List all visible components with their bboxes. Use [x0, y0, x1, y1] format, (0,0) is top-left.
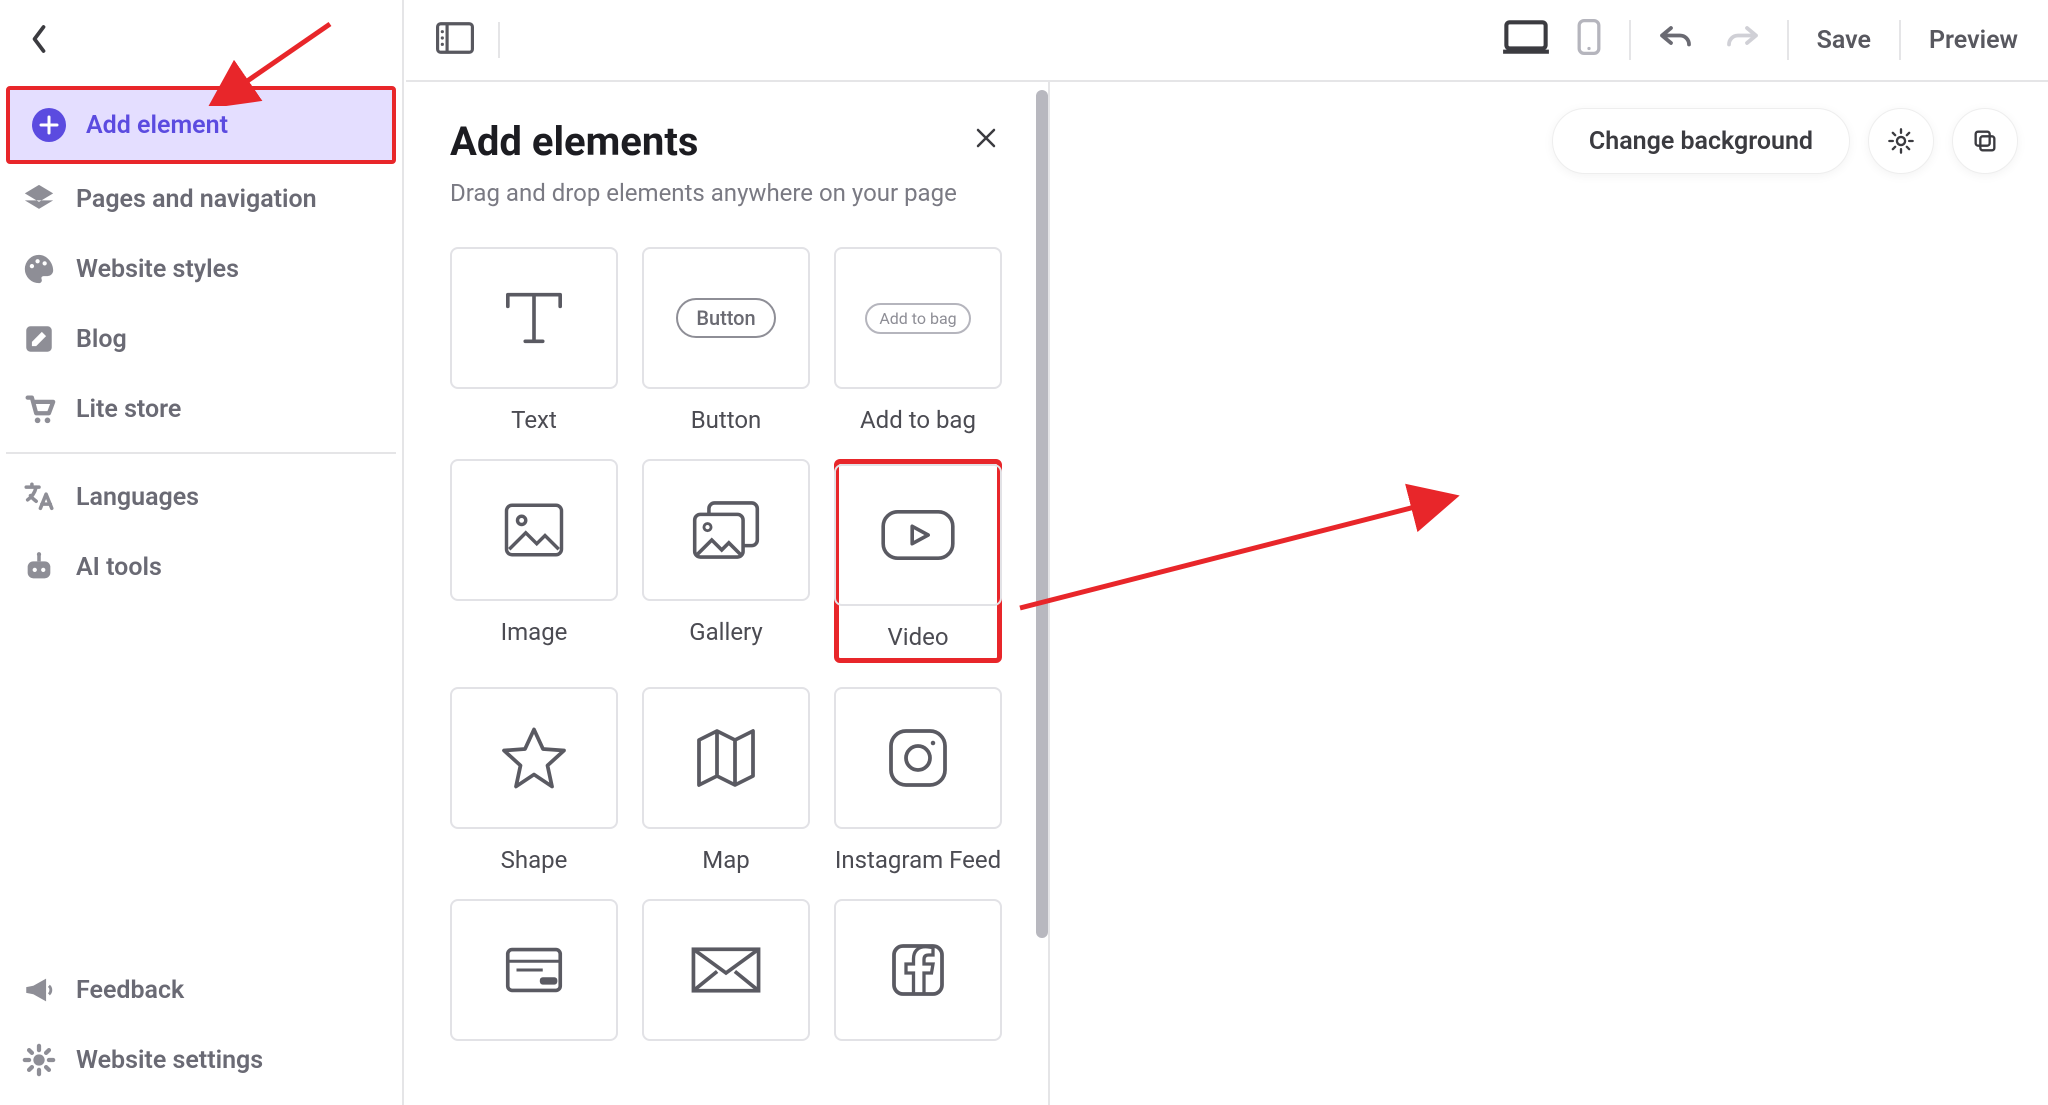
sidebar-item-pages[interactable]: Pages and navigation [0, 164, 402, 234]
video-icon [877, 506, 959, 564]
tile-label: Instagram Feed [835, 845, 1001, 875]
robot-icon [22, 550, 56, 584]
sidebar-item-label: Languages [76, 483, 199, 512]
sidebar-item-add-element[interactable]: Add element [6, 86, 396, 164]
chevron-left-icon [28, 24, 50, 54]
canvas-floating-controls: Change background [1552, 108, 2018, 174]
canvas[interactable] [1050, 82, 2048, 1105]
sidebar-bottom: Feedback Website settings [0, 955, 402, 1095]
tile-label: Button [691, 405, 762, 435]
sidebar-item-label: Blog [76, 325, 127, 354]
top-divider [1787, 20, 1789, 60]
tile-label: Map [702, 845, 749, 875]
element-text[interactable]: Text [450, 247, 618, 435]
element-button[interactable]: Button Button [642, 247, 810, 435]
sidebar-item-label: Website styles [76, 255, 239, 284]
panel-subtitle: Drag and drop elements anywhere on your … [450, 179, 1004, 207]
copy-icon [1971, 127, 1999, 155]
star-icon [498, 723, 570, 793]
tile-label: Add to bag [860, 405, 976, 435]
element-instagram-feed[interactable]: Instagram Feed [834, 687, 1002, 875]
add-elements-panel: Add elements Drag and drop elements anyw… [406, 82, 1050, 1105]
edit-square-icon [22, 322, 56, 356]
element-add-to-bag[interactable]: Add to bag Add to bag [834, 247, 1002, 435]
sidebar-item-languages[interactable]: Languages [0, 462, 402, 532]
cart-icon [22, 392, 56, 426]
section-settings-button[interactable] [1868, 108, 1934, 174]
top-divider [1899, 20, 1901, 60]
section-layout-icon[interactable] [436, 22, 474, 58]
sidebar-item-ai-tools[interactable]: AI tools [0, 532, 402, 602]
sidebar-item-label: Pages and navigation [76, 185, 317, 214]
add-to-bag-sample: Add to bag [865, 303, 970, 334]
mobile-view-icon[interactable] [1577, 19, 1601, 62]
change-background-button[interactable]: Change background [1552, 108, 1850, 174]
topbar: Save Preview [406, 0, 2048, 82]
gear-icon [22, 1043, 56, 1077]
sidebar-item-blog[interactable]: Blog [0, 304, 402, 374]
tile-label: Shape [501, 845, 568, 875]
preview-button[interactable]: Preview [1929, 26, 2018, 55]
top-right: Save Preview [1503, 19, 2018, 62]
sidebar-item-styles[interactable]: Website styles [0, 234, 402, 304]
gallery-icon [689, 497, 763, 563]
element-map[interactable]: Map [642, 687, 810, 875]
close-icon [974, 126, 998, 150]
plus-circle-icon [32, 108, 66, 142]
image-icon [501, 499, 567, 561]
sidebar: Add element Pages and navigation Website… [0, 0, 404, 1105]
element-gallery[interactable]: Gallery [642, 459, 810, 663]
back-button[interactable] [0, 0, 402, 86]
element-facebook[interactable] [834, 899, 1002, 1041]
duplicate-section-button[interactable] [1952, 108, 2018, 174]
element-shape[interactable]: Shape [450, 687, 618, 875]
divider [6, 452, 396, 454]
panel-title: Add elements [450, 118, 698, 165]
redo-icon[interactable] [1723, 23, 1759, 58]
scrollbar-thumb[interactable] [1036, 90, 1048, 938]
sidebar-item-feedback[interactable]: Feedback [0, 955, 402, 1025]
facebook-icon [888, 940, 948, 1000]
envelope-icon [689, 944, 763, 996]
layers-icon [22, 182, 56, 216]
close-button[interactable] [968, 118, 1004, 163]
element-form[interactable] [450, 899, 618, 1041]
button-sample: Button [676, 298, 775, 338]
sidebar-item-website-settings[interactable]: Website settings [0, 1025, 402, 1095]
undo-icon[interactable] [1659, 23, 1695, 58]
gear-icon [1887, 127, 1915, 155]
panel-header: Add elements [450, 118, 1004, 165]
element-contact[interactable] [642, 899, 810, 1041]
tile-label: Video [887, 622, 948, 652]
tile-label: Gallery [689, 617, 763, 647]
map-icon [690, 725, 762, 791]
top-left [436, 22, 500, 58]
top-divider [1629, 20, 1631, 60]
elements-grid: Text Button Button Add to bag Add to bag… [450, 247, 1004, 1041]
palette-icon [22, 252, 56, 286]
instagram-icon [885, 725, 951, 791]
sidebar-item-label: Feedback [76, 976, 184, 1005]
form-icon [499, 940, 569, 1000]
top-divider [498, 22, 500, 58]
sidebar-item-label: Website settings [76, 1046, 263, 1075]
save-button[interactable]: Save [1817, 26, 1871, 55]
translate-icon [22, 480, 56, 514]
sidebar-item-label: Add element [86, 111, 228, 140]
sidebar-item-label: Lite store [76, 395, 181, 424]
element-video[interactable]: Video [834, 459, 1002, 663]
tile-label: Image [501, 617, 568, 647]
desktop-view-icon[interactable] [1503, 19, 1549, 62]
tile-label: Text [511, 405, 557, 435]
sidebar-item-label: AI tools [76, 553, 162, 582]
sidebar-item-lite-store[interactable]: Lite store [0, 374, 402, 444]
text-icon [499, 286, 569, 350]
megaphone-icon [22, 973, 56, 1007]
element-image[interactable]: Image [450, 459, 618, 663]
